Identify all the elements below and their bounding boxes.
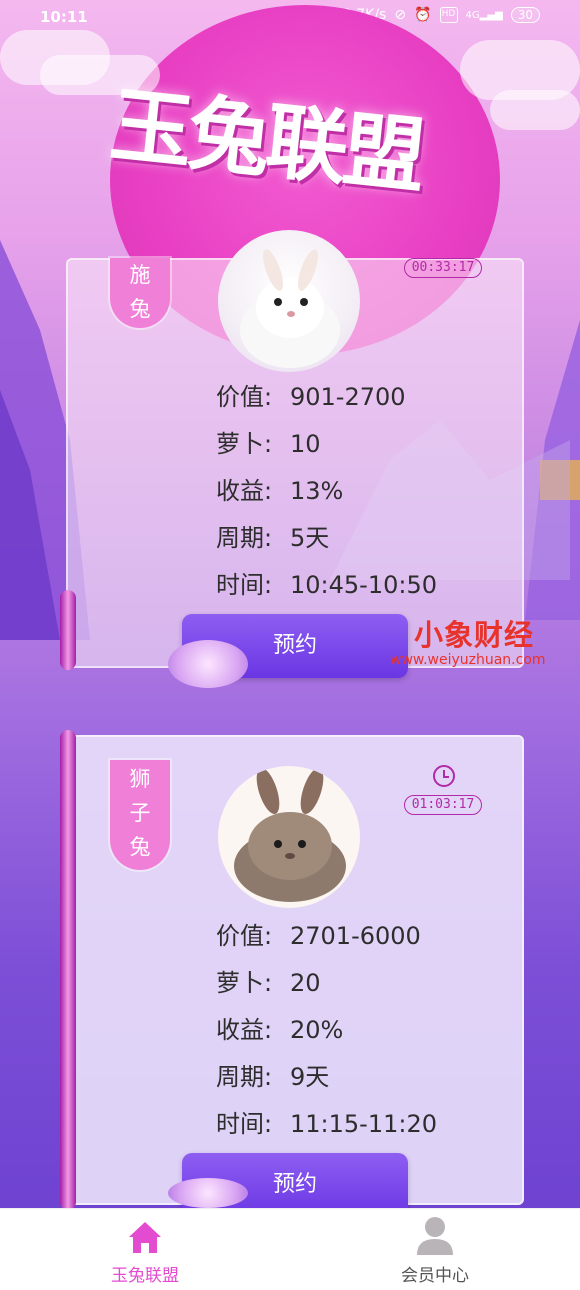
lionhead-rabbit-image — [234, 768, 346, 902]
rabbit-name: 施 兔 — [129, 263, 151, 321]
carrot-label: 萝卜: — [216, 969, 273, 997]
carrot-text: 10 — [290, 430, 321, 458]
time-label: 时间: — [216, 571, 273, 599]
yield-row: 收益: 20% — [216, 1007, 437, 1054]
home-icon — [129, 1222, 161, 1253]
rabbit-name-badge: 狮 子 兔 — [110, 760, 170, 870]
status-time: 10:11 — [40, 8, 88, 26]
value-row: 价值: 2701-6000 — [216, 913, 437, 960]
countdown-timer: 00:33:17 — [404, 258, 482, 278]
mute-icon: ⊘ — [394, 7, 407, 23]
rabbit-name-badge: 施 兔 — [110, 258, 170, 328]
value-text: 2701-6000 — [290, 922, 421, 950]
countdown-timer: 01:03:17 — [404, 795, 482, 815]
period-text: 5天 — [290, 524, 330, 552]
value-label: 价值: — [216, 383, 273, 411]
yield-text: 20% — [290, 1016, 344, 1044]
yield-row: 收益: 13% — [216, 468, 437, 515]
yield-label: 收益: — [216, 1016, 273, 1044]
watermark-url: www.weiyuzhuan.com — [390, 652, 546, 668]
value-label: 价值: — [216, 922, 273, 950]
hd-icon: HD — [439, 7, 458, 23]
rabbit-avatar — [218, 230, 360, 372]
period-row: 周期: 9天 — [216, 1054, 437, 1101]
period-text: 9天 — [290, 1063, 330, 1091]
time-row: 时间: 10:45-10:50 — [216, 562, 437, 609]
rabbit-details: 价值: 2701-6000 萝卜: 20 收益: 20% 周期: 9天 时间: 11:15… — [216, 913, 437, 1148]
scroll-rod — [60, 730, 76, 1210]
rabbit-name: 狮 子 兔 — [129, 767, 151, 859]
cloud-ornament — [168, 1178, 248, 1208]
carrot-label: 萝卜: — [216, 430, 273, 458]
time-row: 时间: 11:15-11:20 — [216, 1101, 437, 1148]
alarm-icon: ⏰ — [414, 7, 432, 23]
value-text: 901-2700 — [290, 383, 406, 411]
watermark-brand: 小象财经 — [414, 618, 535, 652]
signal-icon: 4G▂▄▆ — [465, 9, 503, 21]
bottom-nav: 玉兔联盟 会员中心 — [0, 1208, 580, 1290]
period-label: 周期: — [216, 1063, 273, 1091]
rabbit-avatar — [218, 766, 360, 908]
scroll-rod — [60, 590, 76, 670]
signal-label: 4G — [465, 9, 480, 21]
time-text: 10:45-10:50 — [290, 571, 437, 599]
white-rabbit-image — [240, 249, 340, 368]
carrot-text: 20 — [290, 969, 321, 997]
yield-text: 13% — [290, 477, 344, 505]
nav-member[interactable]: 会员中心 — [355, 1209, 515, 1290]
period-label: 周期: — [216, 524, 273, 552]
user-icon — [417, 1217, 453, 1255]
time-text: 11:15-11:20 — [290, 1110, 437, 1138]
nav-member-label: 会员中心 — [401, 1266, 469, 1286]
battery-icon: 30 — [510, 7, 540, 23]
period-row: 周期: 5天 — [216, 515, 437, 562]
time-label: 时间: — [216, 1110, 273, 1138]
cloud-decoration — [490, 90, 580, 130]
clock-icon — [433, 765, 455, 787]
nav-home[interactable]: 玉兔联盟 — [65, 1209, 225, 1290]
nav-home-label: 玉兔联盟 — [111, 1266, 179, 1286]
rabbit-details: 价值: 901-2700 萝卜: 10 收益: 13% 周期: 5天 时间: 10:45-… — [216, 374, 437, 609]
value-row: 价值: 901-2700 — [216, 374, 437, 421]
carrot-row: 萝卜: 10 — [216, 421, 437, 468]
yield-label: 收益: — [216, 477, 273, 505]
cloud-ornament — [168, 640, 248, 688]
carrot-row: 萝卜: 20 — [216, 960, 437, 1007]
